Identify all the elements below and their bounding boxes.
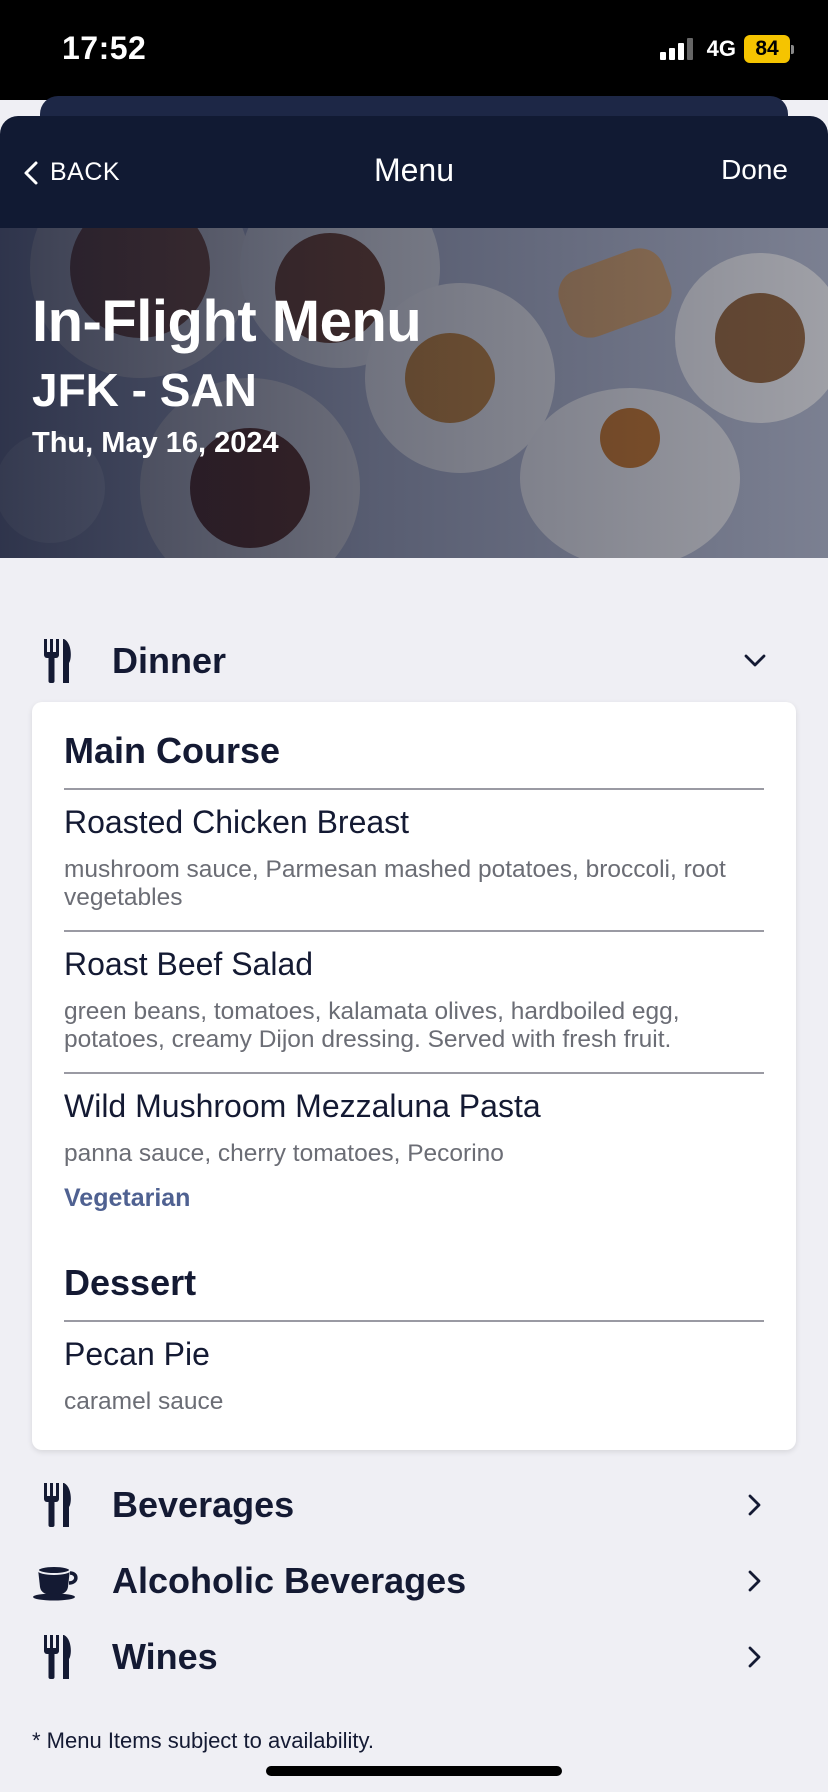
divider (64, 788, 764, 790)
vegetarian-tag: Vegetarian (64, 1184, 191, 1212)
hero-banner: In-Flight Menu JFK - SAN Thu, May 16, 20… (0, 228, 828, 558)
menu-item-description: caramel sauce (64, 1388, 224, 1415)
section-beverages[interactable]: Beverages (0, 1470, 828, 1540)
section-alcoholic-beverages[interactable]: Alcoholic Beverages (0, 1546, 828, 1616)
nav-bar: BACK Menu Done (0, 116, 828, 228)
chevron-right-icon (748, 1646, 761, 1668)
fork-knife-icon (38, 1479, 78, 1531)
status-bar: 17:52 4G 84 (0, 0, 828, 100)
availability-footnote: * Menu Items subject to availability. (32, 1728, 374, 1753)
hero-date: Thu, May 16, 2024 (32, 427, 279, 459)
network-label: 4G (706, 36, 736, 61)
chevron-right-icon (748, 1570, 761, 1592)
section-wines[interactable]: Wines (0, 1622, 828, 1692)
fork-knife-icon (38, 635, 78, 687)
status-time: 17:52 (62, 30, 147, 66)
menu-item-name: Wild Mushroom Mezzaluna Pasta (64, 1088, 541, 1124)
home-indicator[interactable] (266, 1766, 562, 1776)
nav-title: Menu (373, 152, 455, 188)
chevron-right-icon (748, 1494, 761, 1516)
hero-title: In-Flight Menu (32, 289, 422, 354)
fork-knife-icon (38, 1631, 78, 1683)
signal-icon (659, 38, 693, 60)
status-indicators: 4G 84 (659, 34, 794, 64)
section-wines-label: Wines (112, 1636, 218, 1677)
menu-item-name: Roasted Chicken Breast (64, 804, 410, 840)
section-beverages-label: Beverages (112, 1484, 295, 1525)
menu-item-description: panna sauce, cherry tomatoes, Pecorino (64, 1140, 504, 1167)
menu-item-description: green beans, tomatoes, kalamata olives, … (64, 998, 680, 1053)
menu-item-name: Roast Beef Salad (64, 946, 314, 982)
hero-text: In-Flight Menu JFK - SAN Thu, May 16, 20… (32, 288, 422, 460)
menu-item-description: mushroom sauce, Parmesan mashed potatoes… (64, 856, 726, 911)
divider (64, 1320, 764, 1322)
divider (64, 930, 764, 932)
done-button[interactable]: Done (721, 154, 788, 186)
menu-item-name: Pecan Pie (64, 1336, 210, 1372)
battery-icon: 84 (744, 35, 794, 63)
battery-level: 84 (744, 35, 790, 63)
divider (64, 1072, 764, 1074)
section-alcoholic-label: Alcoholic Beverages (112, 1560, 467, 1601)
section-dinner[interactable]: Dinner (0, 626, 828, 696)
section-dinner-label: Dinner (112, 640, 227, 681)
coffee-cup-icon (32, 1555, 82, 1607)
chevron-down-icon (744, 654, 766, 667)
dessert-title: Dessert (64, 1262, 197, 1303)
dinner-menu-card: Main Course Roasted Chicken Breast mushr… (32, 702, 796, 1450)
hero-route: JFK - SAN (32, 364, 257, 416)
main-course-title: Main Course (64, 730, 281, 771)
